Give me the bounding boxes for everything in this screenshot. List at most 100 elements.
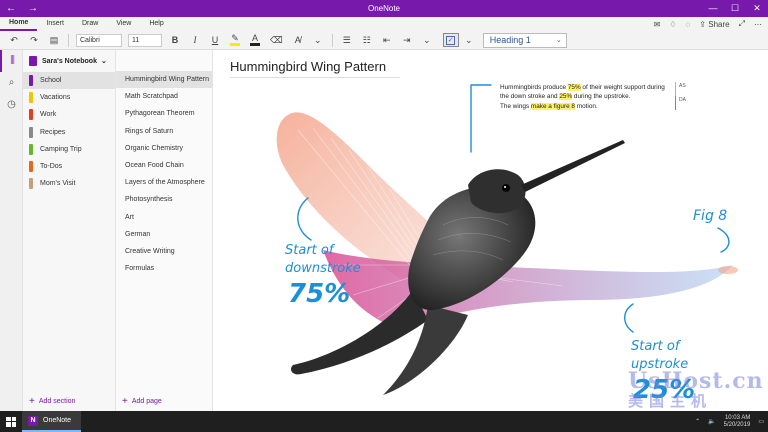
page-item[interactable]: Art: [116, 209, 212, 226]
bold-button[interactable]: B: [170, 35, 180, 45]
title-bar: ← → OneNote — ☐ ✕: [0, 0, 768, 17]
style-dropdown[interactable]: Heading 1 ⌄: [482, 32, 567, 48]
section-item[interactable]: Recipes: [23, 124, 115, 141]
volume-icon[interactable]: 🔈: [708, 418, 715, 425]
font-name-field[interactable]: Calibri: [76, 33, 122, 47]
more-options-icon[interactable]: ⋯: [754, 20, 762, 29]
chevron-down-icon[interactable]: ⌄: [464, 35, 474, 46]
chevron-down-icon[interactable]: ⌄: [313, 35, 323, 46]
add-page-label: Add page: [131, 398, 162, 405]
chevron-up-icon[interactable]: ⌃: [695, 418, 700, 425]
font-color-button[interactable]: A: [250, 34, 260, 46]
note-text: during the upstroke.: [572, 93, 631, 101]
notebook-name: Sara's Notebook: [42, 57, 97, 65]
page-item[interactable]: Creative Writing: [116, 243, 212, 260]
plus-icon: +: [29, 396, 35, 407]
recent-clock-icon[interactable]: ◷: [0, 94, 23, 116]
notifications-icon[interactable]: ▭: [758, 418, 764, 425]
ribbon-right-tools: ✉ ♢ ◌ ⇪ Share ⤢ ⋯: [654, 17, 762, 31]
share-button[interactable]: ⇪ Share: [699, 20, 729, 29]
taskbar-onenote[interactable]: N OneNote: [22, 411, 82, 432]
page-item[interactable]: Pythagorean Theorem: [116, 105, 212, 122]
tab-help[interactable]: Help: [140, 17, 172, 31]
add-section-button[interactable]: + Add section: [29, 396, 75, 407]
notebook-picker[interactable]: Sara's Notebook ⌄: [23, 50, 115, 72]
checkbox-icon: ✓: [446, 35, 456, 45]
bullet-list-icon[interactable]: ☰: [342, 35, 352, 46]
tab-draw[interactable]: Draw: [73, 17, 107, 31]
section-color-tab: [29, 143, 33, 155]
page-item[interactable]: Organic Chemistry: [116, 140, 212, 157]
close-icon[interactable]: ✕: [746, 0, 768, 17]
todo-tag-button[interactable]: ✓: [442, 33, 459, 47]
clipboard-icon[interactable]: ▤: [49, 35, 59, 46]
page-item[interactable]: Photosynthesis: [116, 191, 212, 208]
back-arrow-icon[interactable]: ←: [0, 3, 22, 14]
tab-view[interactable]: View: [107, 17, 140, 31]
redo-icon[interactable]: ↷: [29, 35, 39, 46]
upstroke-label-line2: upstroke: [631, 357, 688, 372]
page-item[interactable]: Layers of the Atmosphere: [116, 174, 212, 191]
section-item[interactable]: Camping Trip: [23, 141, 115, 158]
fig8-label: Fig 8: [693, 208, 727, 224]
windows-taskbar: N OneNote ⌃ 🔈 10:03 AM 5/20/2019 ▭: [0, 411, 768, 432]
underline-button[interactable]: U: [210, 35, 220, 45]
decrease-indent-icon[interactable]: ⇤: [382, 35, 392, 46]
note-text: Hummingbirds produce: [500, 84, 568, 91]
notebooks-icon[interactable]: ⫼: [0, 50, 23, 72]
page-item[interactable]: Formulas: [116, 260, 212, 277]
page-item[interactable]: Math Scratchpad: [116, 88, 212, 105]
chevron-down-icon[interactable]: ⌄: [422, 35, 432, 46]
section-item[interactable]: Mom's Visit: [23, 175, 115, 192]
section-color-tab: [29, 161, 33, 173]
section-item[interactable]: To-Dos: [23, 158, 115, 175]
add-section-label: Add section: [38, 398, 76, 405]
undo-icon[interactable]: ↶: [9, 35, 19, 46]
note-container[interactable]: Hummingbirds produce 75% of their weight…: [500, 83, 672, 111]
page-item[interactable]: German: [116, 226, 212, 243]
fullscreen-icon[interactable]: ⤢: [739, 19, 745, 29]
clock[interactable]: 10:03 AM 5/20/2019: [724, 415, 751, 429]
search-icon[interactable]: ⌕: [0, 72, 23, 94]
toolbar-divider: [331, 33, 333, 47]
whats-new-icon[interactable]: ✉: [654, 20, 661, 29]
pages-pane: Hummingbird Wing Pattern Math Scratchpad P…: [116, 50, 213, 411]
section-item[interactable]: Vacations: [23, 89, 115, 106]
section-item[interactable]: Work: [23, 106, 115, 123]
page-canvas[interactable]: Hummingbird Wing Pattern Start of downst…: [213, 50, 768, 411]
tab-insert[interactable]: Insert: [37, 17, 73, 31]
section-color-tab: [29, 75, 33, 87]
section-label: Work: [40, 111, 57, 119]
format-painter-icon[interactable]: ⌫: [270, 35, 283, 46]
highlighter-icon[interactable]: ✎: [230, 34, 240, 46]
note-highlight: make a figure 8: [530, 102, 575, 110]
section-color-tab: [29, 126, 33, 138]
windows-logo-icon: [6, 416, 16, 427]
text-effects-icon[interactable]: A̸: [293, 35, 303, 45]
page-item[interactable]: Rings of Saturn: [116, 123, 212, 140]
bell-icon[interactable]: ♢: [669, 20, 676, 29]
italic-button[interactable]: I: [190, 35, 200, 45]
increase-indent-icon[interactable]: ⇥: [402, 35, 412, 46]
forward-arrow-icon[interactable]: →: [22, 3, 44, 14]
section-list: School Vacations Work Recipes Camping Trip To…: [23, 72, 115, 192]
page-item[interactable]: Ocean Food Chain: [116, 157, 212, 174]
add-page-button[interactable]: + Add page: [122, 396, 162, 407]
lightbulb-icon[interactable]: ◌: [686, 20, 691, 29]
chevron-down-icon: ⌄: [555, 36, 562, 44]
wing-tip-smudge: [718, 266, 738, 274]
section-item[interactable]: School: [23, 72, 115, 90]
maximize-icon[interactable]: ☐: [724, 0, 746, 17]
downstroke-percent: 75%: [288, 279, 350, 309]
page-item[interactable]: Hummingbird Wing Pattern: [116, 71, 212, 89]
minimize-icon[interactable]: —: [702, 0, 724, 17]
bird-beak: [521, 140, 625, 192]
fig8-hook: [717, 227, 730, 253]
font-size-field[interactable]: 11: [128, 33, 162, 47]
numbered-list-icon[interactable]: ☷: [362, 35, 372, 46]
author-tags: AS DA: [675, 82, 691, 110]
start-button[interactable]: [0, 411, 22, 432]
taskbar-app-label: OneNote: [43, 417, 72, 424]
system-tray: ⌃ 🔈 10:03 AM 5/20/2019 ▭: [695, 411, 764, 432]
tab-home[interactable]: Home: [0, 17, 38, 31]
